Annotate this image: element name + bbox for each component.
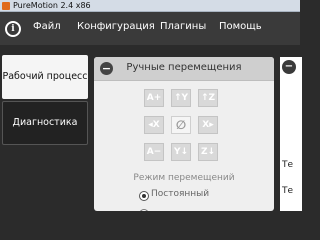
tab-workflow-label: Рабочий процесс [2,71,88,82]
radio-selected-dot [142,194,146,198]
mode-continuous-radio[interactable] [139,191,149,201]
window-title: PureMotion 2.4 x86 [13,1,91,10]
mode-step-radio[interactable] [139,209,149,211]
jog-x-minus-button[interactable]: ◂X [144,116,164,134]
info-icon[interactable]: i [5,21,21,37]
tab-diagnostics[interactable]: Диагностика [2,101,88,145]
right-text-2: Те [282,186,294,196]
jog-a-minus-button[interactable]: A− [144,143,164,161]
title-bar: PureMotion 2.4 x86 [0,0,300,12]
menu-help[interactable]: Помощь [219,20,262,34]
jog-x-plus-button[interactable]: X▸ [198,116,218,134]
manual-moves-panel: − Ручные перемещения Режим перемещений П… [94,57,274,211]
menu-file[interactable]: Файл [33,20,61,34]
menu-plugins[interactable]: Плагины [160,20,206,34]
app-icon [2,2,10,10]
menu-bar: i Файл Конфигурация Плагины Помощь [0,12,300,45]
move-mode-label: Режим перемещений [133,173,235,183]
right-collapse-button[interactable]: − [282,60,296,74]
menu-configuration[interactable]: Конфигурация [77,20,155,34]
jog-z-plus-button[interactable]: ↑Z [198,89,218,107]
jog-y-minus-button[interactable]: Y↓ [171,143,191,161]
panel-header: − Ручные перемещения [94,57,274,81]
tab-diagnostics-label: Диагностика [12,117,78,128]
tab-workflow[interactable]: Рабочий процесс [2,55,88,99]
jog-a-plus-button[interactable]: A+ [144,89,164,107]
mode-continuous-label: Постоянный [151,189,210,199]
panel-title: Ручные перемещения [126,62,242,73]
right-text-1: Те [282,160,294,170]
jog-center-button[interactable]: ∅ [171,116,191,134]
jog-z-minus-button[interactable]: Z↓ [198,143,218,161]
jog-y-plus-button[interactable]: ↑Y [171,89,191,107]
